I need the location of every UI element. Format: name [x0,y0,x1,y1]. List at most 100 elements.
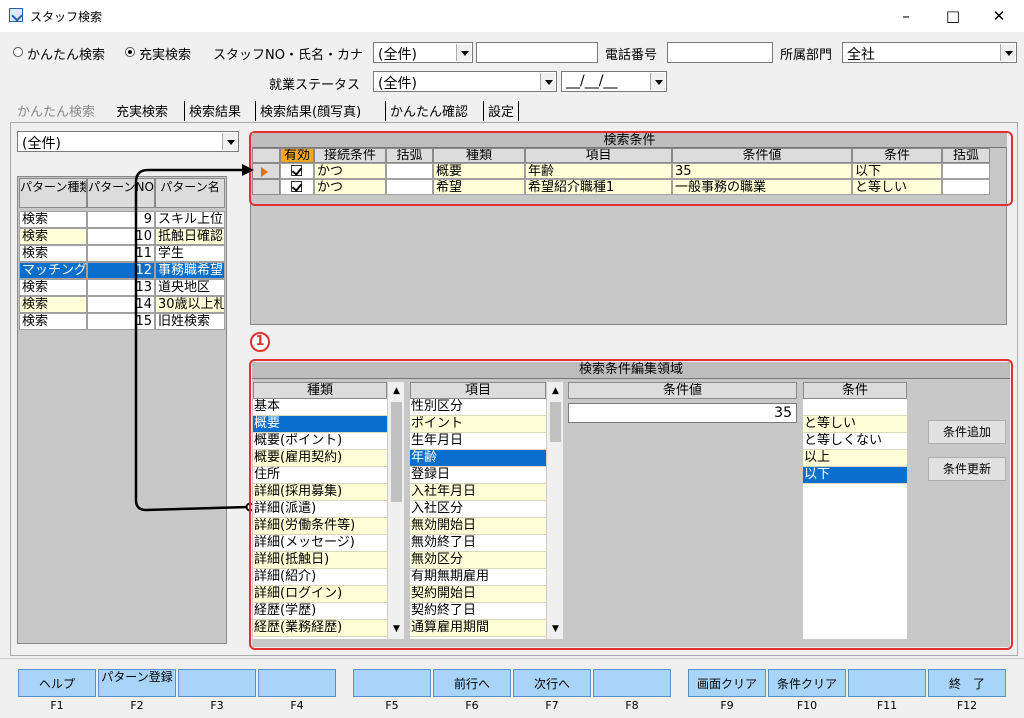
cond-cell-paren1[interactable] [386,163,433,179]
cond-cell-value[interactable]: 35 [672,163,852,179]
cond-header-1: 接続条件 [314,148,386,163]
list-item[interactable]: 契約開始日 [410,586,546,603]
add-condition-button[interactable]: 条件追加 [928,420,1006,444]
pattern-combo[interactable]: (全件) [17,131,239,152]
chevron-up-icon[interactable]: ▲ [393,386,400,396]
list-item[interactable] [803,399,907,416]
list-item[interactable]: 性別区分 [410,399,546,416]
item-scroll-thumb[interactable] [550,402,561,442]
cond-cell-value[interactable]: 一般事務の職業 [672,179,852,195]
kind-header: 種類 [253,382,387,399]
list-item[interactable]: と等しい [803,416,907,433]
maximize-button[interactable]: □ [930,0,976,32]
list-item[interactable]: 概要(ポイント) [253,433,387,450]
fkey-button-f10[interactable]: 条件クリア [768,669,846,697]
list-item[interactable]: 詳細(ログイン) [253,586,387,603]
list-item[interactable]: 以上 [803,450,907,467]
chevron-up-icon[interactable]: ▲ [552,386,559,396]
list-item[interactable]: 詳細(紹介) [253,569,387,586]
list-item[interactable]: 年齢 [410,450,546,467]
mode-simple-radio[interactable] [13,47,23,57]
list-item[interactable]: 詳細(採用募集) [253,484,387,501]
cond-cell-paren2[interactable] [942,179,990,195]
fkey-button-f4[interactable] [258,669,336,697]
list-item[interactable]: 無効区分 [410,552,546,569]
pattern-type-cell: 検索 [19,279,87,296]
list-item[interactable]: 基本 [253,399,387,416]
list-item[interactable]: 無効開始日 [410,518,546,535]
fkey-button-f8[interactable] [593,669,671,697]
cond-cell-cond[interactable]: と等しい [852,179,942,195]
list-item[interactable]: 通算雇用期間 [410,620,546,637]
list-item[interactable]: 有期無期雇用 [410,569,546,586]
close-button[interactable]: ✕ [976,0,1022,32]
chevron-down-icon[interactable]: ▼ [552,624,559,634]
tab-settings[interactable]: 設定 [483,101,520,121]
kind-list[interactable]: 基本 概要 概要(ポイント) 概要(雇用契約) 住所 詳細(採用募集) 詳細(派遣) 詳細(労… [253,399,387,639]
item-list[interactable]: 性別区分 ポイント 生年月日 年齢 登録日 入社年月日 入社区分 無効開始日 無効終了日 無効区分… [410,399,546,639]
phone-input[interactable] [667,42,773,63]
fkey-button-f11[interactable] [848,669,926,697]
tab-simple-search[interactable]: かんたん検索 [13,101,99,121]
list-item[interactable]: 入社区分 [410,501,546,518]
cond-cell-kind[interactable]: 希望 [433,179,525,195]
item-scrollbar[interactable]: ▲ ▼ [546,382,563,639]
cond-cell-item[interactable]: 希望紹介職種1 [525,179,672,195]
cond-cell-conn[interactable]: かつ [314,163,386,179]
list-item[interactable]: 以下 [803,467,907,484]
fkey-button-f9[interactable]: 画面クリア [688,669,766,697]
cond-cell-paren1[interactable] [386,179,433,195]
cond-cell-conn[interactable]: かつ [314,179,386,195]
cond-list[interactable]: と等しい と等しくない 以上 以下 [803,399,907,639]
list-item[interactable]: 住所 [253,467,387,484]
tab-simple-confirm[interactable]: かんたん確認 [385,101,472,121]
enabled-cell[interactable] [280,163,314,179]
staff-search-input[interactable] [476,42,598,63]
date-combo[interactable]: __/__/__ [561,71,667,92]
dept-combo[interactable]: 全社 [842,42,1017,63]
list-item[interactable]: 概要 [253,416,387,433]
list-item[interactable]: と等しくない [803,433,907,450]
list-item[interactable]: 経歴(学歴) [253,603,387,620]
mode-simple-label[interactable]: かんたん検索 [27,44,105,63]
fkey-button-f12[interactable]: 終 了 [928,669,1006,697]
cond-cell-cond[interactable]: 以下 [852,163,942,179]
cond-cell-item[interactable]: 年齢 [525,163,672,179]
status-combo[interactable]: (全件) [373,71,557,92]
list-item[interactable]: 契約終了日 [410,603,546,620]
list-item[interactable]: 概要(雇用契約) [253,450,387,467]
fkey-button-f1[interactable]: ヘルプ [18,669,96,697]
fkey-button-f3[interactable] [178,669,256,697]
enabled-checkbox[interactable] [291,181,302,192]
fkey-button-f7[interactable]: 次行へ [513,669,591,697]
list-item[interactable]: 詳細(労働条件等) [253,518,387,535]
enabled-cell[interactable] [280,179,314,195]
list-item[interactable]: 詳細(メッセージ) [253,535,387,552]
fkey-button-f2[interactable]: パターン登録 [98,669,176,697]
list-item[interactable]: 経歴(業務経歴) [253,620,387,637]
list-item[interactable]: 詳細(派遣) [253,501,387,518]
condition-value-input[interactable]: 35 [568,403,797,423]
kind-scrollbar[interactable]: ▲ ▼ [387,382,404,639]
update-condition-button[interactable]: 条件更新 [928,457,1006,481]
fkey-button-f5[interactable] [353,669,431,697]
cond-cell-kind[interactable]: 概要 [433,163,525,179]
kind-scroll-thumb[interactable] [391,402,402,502]
list-item[interactable]: ポイント [410,416,546,433]
enabled-checkbox[interactable] [291,165,302,176]
list-item[interactable]: 生年月日 [410,433,546,450]
list-item[interactable]: 入社年月日 [410,484,546,501]
staff-type-combo[interactable]: (全件) [373,42,473,63]
tab-full-search[interactable]: 充実検索 [112,101,172,121]
tab-results-photo[interactable]: 検索結果(顔写真) [255,101,365,121]
mode-full-label[interactable]: 充実検索 [139,44,191,63]
list-item[interactable]: 登録日 [410,467,546,484]
list-item[interactable]: 詳細(抵触日) [253,552,387,569]
cond-cell-paren2[interactable] [942,163,990,179]
mode-full-radio[interactable] [125,47,135,57]
chevron-down-icon[interactable]: ▼ [393,624,400,634]
fkey-button-f6[interactable]: 前行へ [433,669,511,697]
list-item[interactable]: 無効終了日 [410,535,546,552]
tab-results[interactable]: 検索結果 [184,101,245,121]
minimize-button[interactable]: – [883,0,929,32]
